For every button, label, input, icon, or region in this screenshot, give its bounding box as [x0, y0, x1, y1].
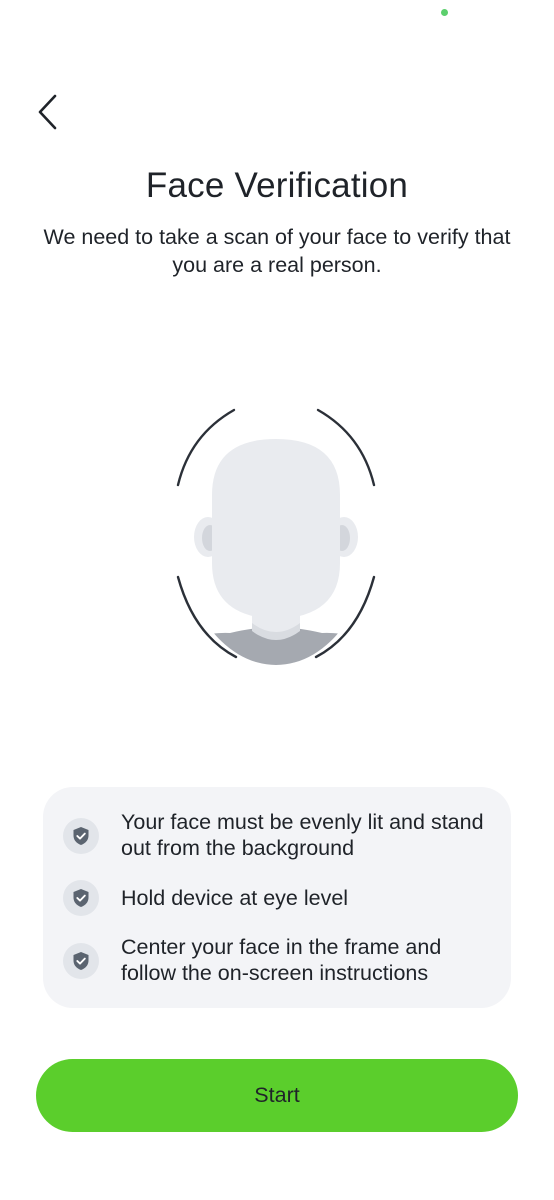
person-silhouette — [178, 439, 374, 665]
shield-check-icon — [63, 880, 99, 916]
tip-text: Hold device at eye level — [121, 886, 349, 910]
status-indicator-dot — [441, 9, 448, 16]
shield-check-icon — [63, 943, 99, 979]
start-button-label: Start — [254, 1083, 300, 1107]
start-button[interactable]: Start — [36, 1059, 518, 1132]
page-subtitle: We need to take a scan of your face to v… — [43, 225, 511, 277]
chevron-left-icon — [38, 94, 57, 130]
shield-check-icon — [63, 818, 99, 854]
face-scan-illustration — [176, 408, 376, 665]
tip-text: Center your face in the frame and follow… — [121, 935, 442, 985]
tip-text: Your face must be evenly lit and stand o… — [121, 810, 484, 860]
back-button[interactable] — [24, 86, 72, 138]
tips-card: Your face must be evenly lit and stand o… — [43, 787, 511, 1008]
page-title: Face Verification — [145, 166, 409, 205]
face-verification-screen: Face Verification We need to take a scan… — [0, 0, 554, 1200]
